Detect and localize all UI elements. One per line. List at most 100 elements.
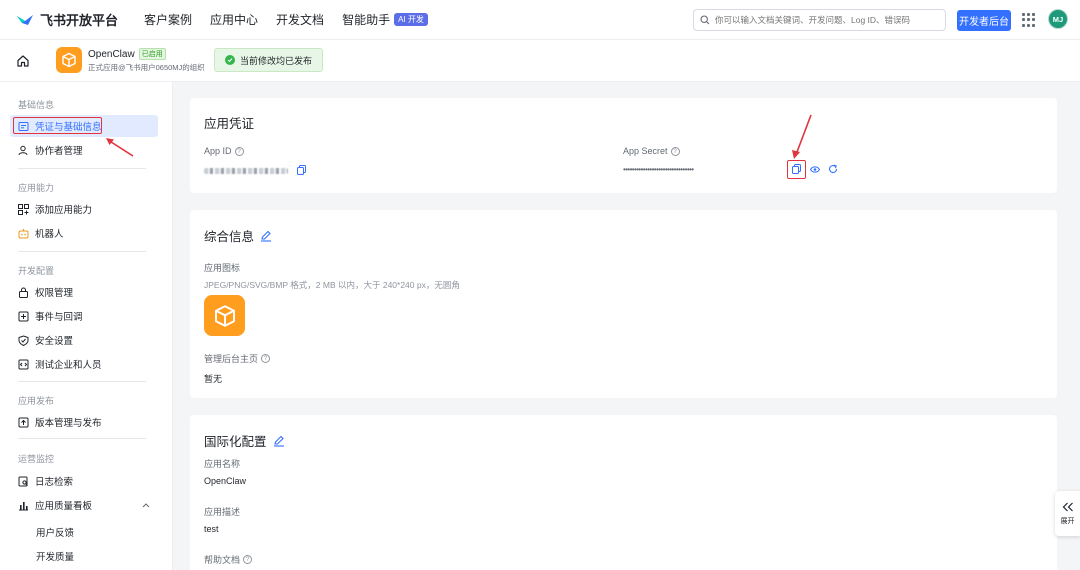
sidebar-item-events[interactable]: 事件与回调 [18, 307, 83, 325]
robot-icon [18, 228, 29, 239]
divider [18, 438, 146, 439]
sidebar-item-label: 应用质量看板 [35, 501, 93, 512]
section-app-release: 应用发布 [18, 396, 55, 406]
app-icon-hint: JPEG/PNG/SVG/BMP 格式，2 MB 以内，大于 240*240 p… [204, 280, 460, 290]
section-app-capability: 应用能力 [18, 183, 55, 193]
divider [18, 251, 146, 252]
app-id-label-text: App ID [204, 146, 232, 156]
brand-name: 飞书开放平台 [40, 13, 119, 28]
app-id-label: App ID ? [204, 146, 244, 156]
i18n-card: 国际化配置 应用名称 OpenClaw 应用描述 test 帮助文档 ? [190, 415, 1057, 570]
homepage-value: 暂无 [204, 374, 223, 384]
app-icon-label: 应用图标 [204, 263, 241, 273]
upload-icon [18, 417, 29, 428]
app-icon-preview[interactable] [204, 295, 245, 336]
nav-app-center[interactable]: 应用中心 [210, 11, 258, 28]
log-search-icon [18, 476, 29, 487]
app-secret-label: App Secret ? [623, 146, 680, 156]
homepage-label-text: 管理后台主页 [204, 354, 259, 364]
brand[interactable]: 飞书开放平台 [16, 10, 118, 29]
lock-icon [18, 287, 29, 298]
expand-panel-button[interactable]: 展开 [1055, 491, 1080, 536]
help-icon[interactable]: ? [261, 354, 271, 363]
eye-icon[interactable] [810, 166, 820, 173]
app-state-tag: 已启用 [138, 48, 166, 60]
publish-status-text: 当前修改均已发布 [240, 55, 313, 66]
sidebar-item-collaborators[interactable]: 协作者管理 [18, 141, 83, 159]
nav-assistant-label: 智能助手 [342, 13, 391, 27]
sidebar-item-label: 机器人 [35, 229, 64, 240]
credentials-title: 应用凭证 [204, 117, 255, 131]
section-ops-monitor: 运营监控 [18, 454, 55, 464]
general-info-title: 综合信息 [204, 226, 272, 245]
search-icon [700, 15, 710, 25]
section-dev-config: 开发配置 [18, 266, 55, 276]
ai-badge: AI 开发 [394, 13, 428, 26]
app-name-text: OpenClaw [88, 48, 135, 60]
sidebar-item-label: 安全设置 [35, 336, 74, 347]
app-id-value-blurred [204, 166, 292, 175]
red-arrow-annotation [792, 114, 812, 159]
sidebar-subitem-feedback[interactable]: 用户反馈 [36, 525, 74, 539]
general-info-title-text: 综合信息 [204, 230, 255, 244]
sidebar-item-test-tenants[interactable]: 测试企业和人员 [18, 355, 102, 373]
sidebar-item-label: 添加应用能力 [35, 205, 93, 216]
help-icon[interactable]: ? [234, 146, 244, 156]
help-icon[interactable]: ? [670, 146, 680, 156]
sidebar-item-label: 协作者管理 [35, 146, 83, 157]
apps-grid-icon[interactable] [1022, 13, 1036, 27]
cube-icon [214, 304, 235, 327]
sidebar-item-logs[interactable]: 日志检索 [18, 472, 73, 490]
nav-customer-cases[interactable]: 客户案例 [144, 11, 192, 28]
app-header: OpenClaw 已启用 正式应用@飞书用户0650MJ的组织 当前修改均已发布 [0, 40, 1080, 82]
sidebar-item-versions[interactable]: 版本管理与发布 [18, 413, 102, 431]
double-chevron-left-icon [1062, 502, 1073, 511]
credentials-card: 应用凭证 App ID ? App Secret ? •••••••••••••… [190, 98, 1057, 193]
feishu-logo-icon [17, 14, 33, 25]
nav-dev-docs[interactable]: 开发文档 [276, 11, 324, 28]
avatar[interactable]: MJ [1048, 9, 1068, 29]
refresh-icon[interactable] [828, 164, 838, 174]
app-desc-label: 应用描述 [204, 507, 241, 517]
nav-assistant[interactable]: 智能助手 AI 开发 [342, 11, 428, 28]
sidebar-item-quality-board[interactable]: 应用质量看板 [18, 496, 150, 514]
help-icon[interactable]: ? [243, 555, 253, 564]
sidebar-item-add-capability[interactable]: 添加应用能力 [18, 200, 92, 218]
dev-console-button[interactable]: 开发者后台 [957, 10, 1011, 31]
sidebar-item-label: 事件与回调 [35, 312, 83, 323]
sidebar-subitem-dev-quality[interactable]: 开发质量 [36, 549, 74, 563]
divider [18, 168, 146, 169]
grid-plus-icon [18, 203, 29, 215]
red-highlight-box [13, 117, 102, 134]
chevron-up-icon[interactable] [142, 502, 150, 508]
help-doc-label: 帮助文档 ? [204, 553, 253, 566]
sidebar-item-label: 日志检索 [35, 477, 74, 488]
app-org: 正式应用@飞书用户0650MJ的组织 [88, 63, 205, 72]
edit-icon[interactable] [260, 230, 272, 242]
app-secret-label-text: App Secret [623, 146, 668, 156]
red-arrow-annotation [106, 138, 134, 157]
edit-icon[interactable] [273, 435, 285, 447]
check-icon [225, 55, 235, 65]
shield-icon [18, 334, 29, 346]
search-box[interactable] [693, 9, 946, 31]
app-name: OpenClaw 已启用 [88, 48, 166, 60]
app-secret-masked: •••••••••••••••••••••••••••••••• [623, 165, 694, 174]
expand-label: 展开 [1060, 517, 1075, 525]
sidebar-item-label: 版本管理与发布 [35, 418, 102, 429]
bar-chart-icon [18, 500, 29, 511]
search-input[interactable] [715, 15, 935, 25]
app-name-value: OpenClaw [204, 476, 247, 486]
sidebar-item-permissions[interactable]: 权限管理 [18, 283, 73, 301]
sidebar-item-bot[interactable]: 机器人 [18, 224, 64, 242]
help-doc-label-text: 帮助文档 [204, 555, 241, 565]
divider [18, 381, 146, 382]
section-basic-info: 基础信息 [18, 100, 55, 110]
sidebar-item-security[interactable]: 安全设置 [18, 331, 73, 349]
sidebar: 基础信息 凭证与基础信息 协作者管理 应用能力 添加应用能力 机器人 开发配置 [0, 82, 173, 570]
copy-icon[interactable] [792, 164, 801, 174]
copy-icon[interactable] [297, 165, 306, 175]
homepage-label: 管理后台主页 ? [204, 352, 271, 365]
home-icon[interactable] [16, 54, 30, 68]
publish-status: 当前修改均已发布 [214, 48, 324, 72]
